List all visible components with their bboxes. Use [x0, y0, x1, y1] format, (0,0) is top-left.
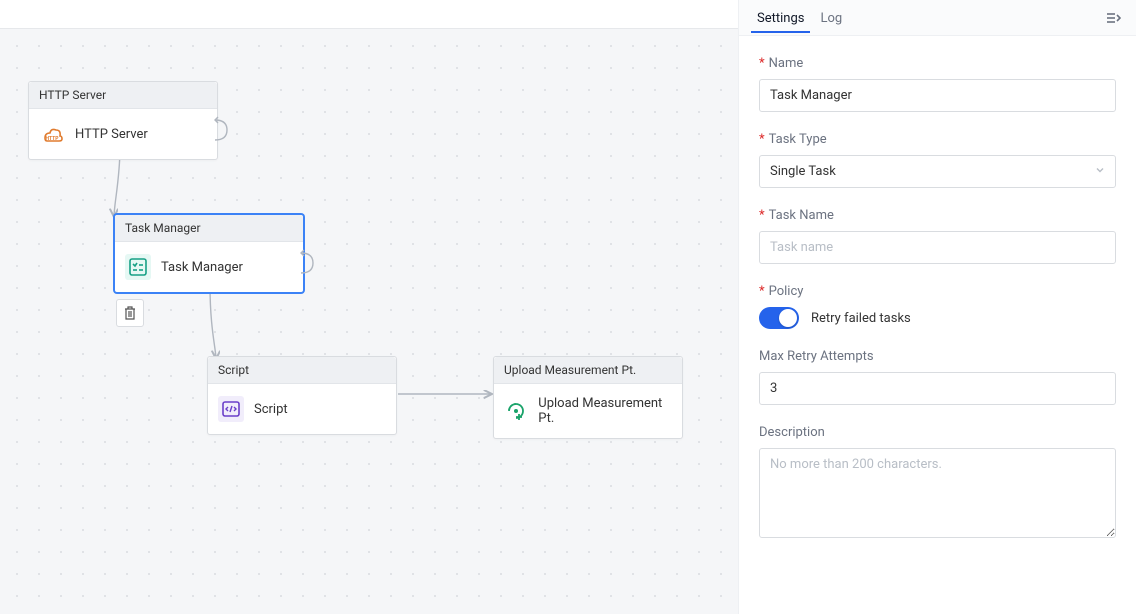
workflow-canvas[interactable]: HTTP Server HTTP HTTP Server Task Manage… [0, 28, 738, 614]
name-input[interactable] [759, 79, 1116, 112]
node-label: Upload Measurement Pt. [538, 396, 672, 426]
node-http-server[interactable]: HTTP Server HTTP HTTP Server [28, 81, 218, 160]
name-label: Name [759, 56, 1116, 71]
retry-toggle-label: Retry failed tasks [811, 311, 911, 326]
upload-measurement-icon [504, 398, 528, 424]
node-header: Upload Measurement Pt. [494, 357, 682, 384]
description-label: Description [759, 425, 1116, 440]
task-type-label: Task Type [759, 132, 1116, 147]
description-textarea[interactable] [759, 448, 1116, 538]
node-header: Task Manager [115, 215, 303, 242]
tab-settings[interactable]: Settings [751, 3, 810, 32]
task-type-select[interactable] [759, 155, 1116, 188]
node-label: Script [254, 402, 288, 417]
node-header: HTTP Server [29, 82, 217, 109]
delete-node-button[interactable] [116, 299, 144, 327]
policy-label: Policy [759, 284, 1116, 299]
properties-panel: Settings Log Name Task Type [738, 0, 1136, 614]
node-upload-measurement[interactable]: Upload Measurement Pt. Upload Measuremen… [493, 356, 683, 439]
panel-tabs: Settings Log [739, 0, 1136, 36]
node-label: HTTP Server [75, 127, 148, 142]
node-task-manager[interactable]: Task Manager Task Manager [114, 214, 304, 293]
http-icon: HTTP [39, 121, 65, 147]
task-name-input[interactable] [759, 231, 1116, 264]
loop-icon [213, 116, 235, 144]
svg-text:HTTP: HTTP [46, 136, 60, 142]
task-name-label: Task Name [759, 208, 1116, 223]
max-retry-input[interactable] [759, 372, 1116, 405]
tab-log[interactable]: Log [814, 3, 848, 32]
node-header: Script [208, 357, 396, 384]
panel-collapse-button[interactable] [1102, 7, 1124, 29]
max-retry-label: Max Retry Attempts [759, 349, 1116, 364]
toggle-knob [779, 309, 797, 327]
panel-layout-icon [1105, 10, 1121, 26]
retry-toggle[interactable] [759, 307, 799, 329]
node-script[interactable]: Script Script [207, 356, 397, 435]
node-label: Task Manager [161, 260, 243, 275]
trash-icon [123, 306, 137, 320]
task-manager-icon [125, 254, 151, 280]
script-icon [218, 396, 244, 422]
loop-icon [299, 249, 321, 277]
